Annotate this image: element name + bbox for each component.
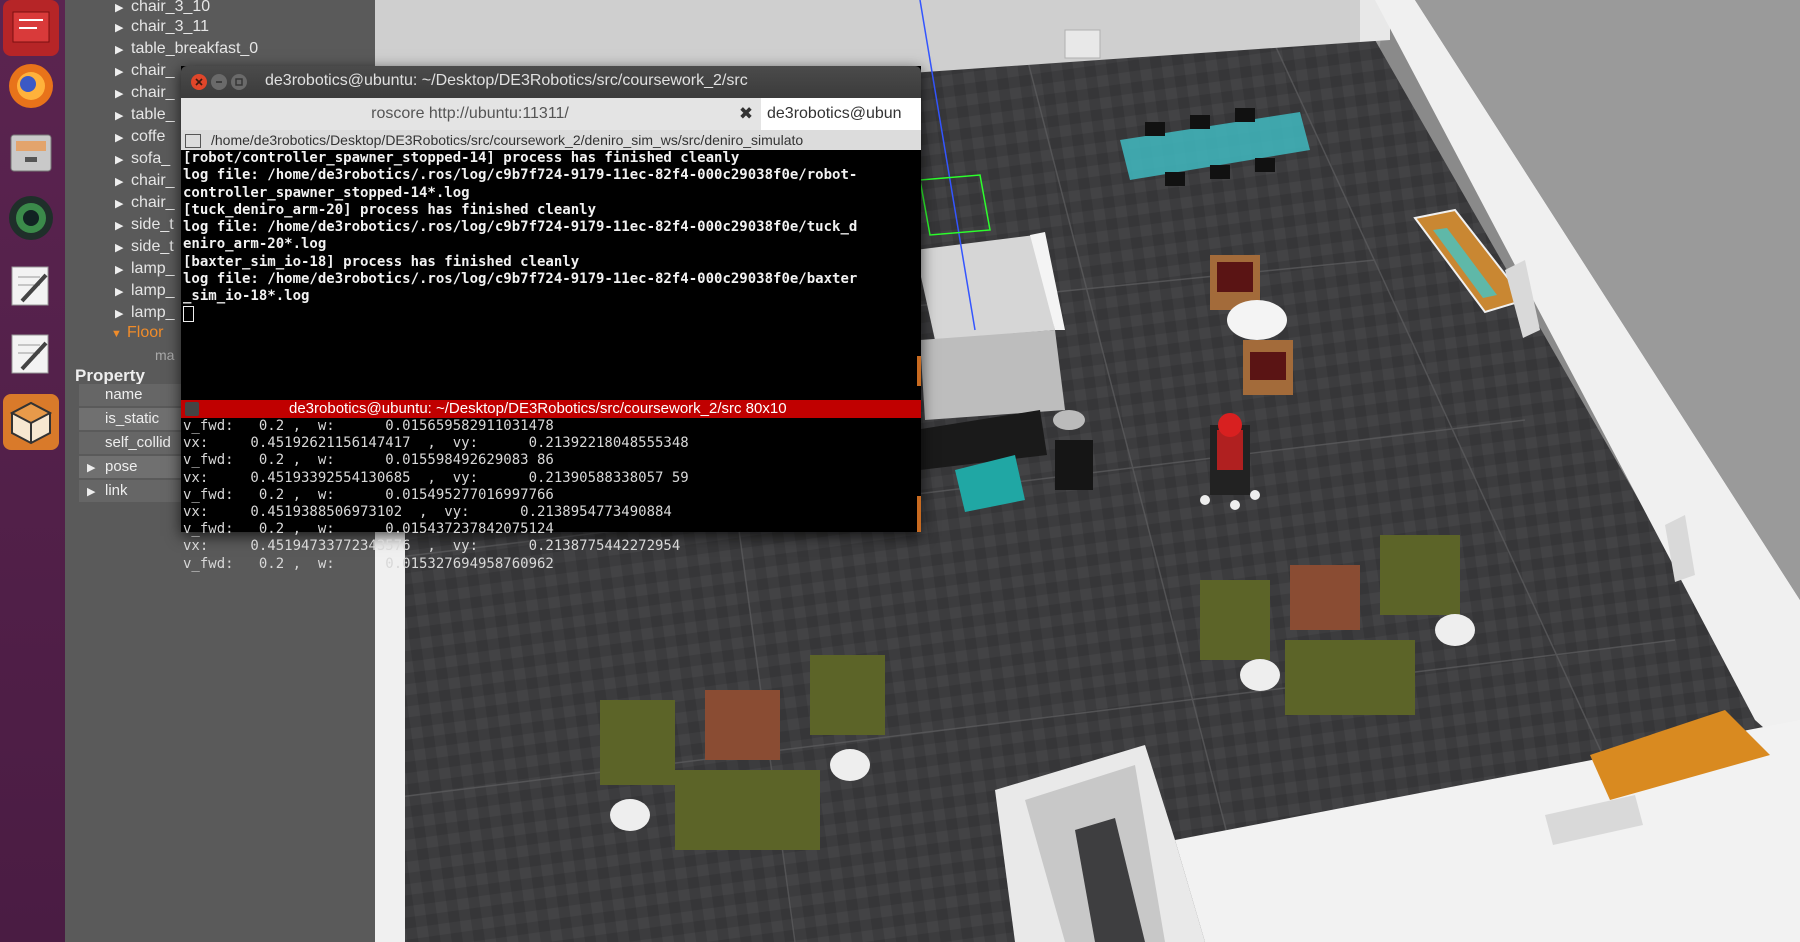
data-line: vx: 0.45194733772343576 , vy: 0.21387754… xyxy=(183,538,681,555)
camera-icon xyxy=(9,196,53,240)
scrollbar[interactable] xyxy=(917,356,921,386)
expand-arrow-icon[interactable]: ▶ xyxy=(115,304,131,324)
collapse-arrow-icon[interactable]: ▼ xyxy=(111,324,127,344)
expand-arrow-icon[interactable]: ▶ xyxy=(115,216,131,236)
output-line: [robot/controller_spawner_stopped-14] pr… xyxy=(183,150,740,166)
firefox-icon xyxy=(9,64,53,108)
expand-arrow-icon[interactable]: ▶ xyxy=(115,106,131,126)
close-icon: ✖ xyxy=(738,104,754,123)
tree-item[interactable]: ▶ chair_3_10 xyxy=(115,0,210,17)
output-line: log file: /home/de3robotics/.ros/log/c9b… xyxy=(183,219,858,236)
text-cursor xyxy=(183,305,194,322)
tab-shell[interactable]: de3robotics@ubun xyxy=(761,98,921,130)
files-icon xyxy=(10,134,52,172)
tree-item[interactable]: ▶ sofa_ xyxy=(115,149,170,169)
expand-arrow-icon[interactable]: ▶ xyxy=(115,238,131,258)
text-editor-icon-2[interactable] xyxy=(3,326,59,382)
app-icon[interactable] xyxy=(3,0,59,56)
terminal-window[interactable]: de3robotics@ubuntu: ~/Desktop/DE3Robotic… xyxy=(181,66,921,572)
expand-arrow-icon[interactable]: ▶ xyxy=(115,150,131,170)
tab-roscore[interactable]: roscore http://ubuntu:11311/ xyxy=(181,98,759,130)
data-line: v_fwd: 0.2 , w: 0.015437237842075124 xyxy=(183,521,554,538)
data-line: v_fwd: 0.2 , w: 0.015659582911031478 xyxy=(183,418,554,434)
app-icon xyxy=(12,11,50,43)
gazebo-icon xyxy=(9,401,53,445)
maximize-icon xyxy=(235,78,243,86)
camera-icon[interactable] xyxy=(3,190,59,246)
terminal-titlebar[interactable]: de3robotics@ubuntu: ~/Desktop/DE3Robotic… xyxy=(181,66,921,98)
firefox-icon[interactable] xyxy=(3,58,59,114)
tab-close-button[interactable]: ✖ xyxy=(734,98,758,130)
expand-arrow-icon[interactable]: ▶ xyxy=(115,40,131,60)
expand-arrow-icon[interactable]: ▶ xyxy=(115,172,131,192)
expand-arrow-icon[interactable]: ▶ xyxy=(115,260,131,280)
output-line: log file: /home/de3robotics/.ros/log/c9b… xyxy=(183,271,858,288)
expand-arrow-icon[interactable]: ▶ xyxy=(115,18,131,38)
expand-arrow-icon[interactable]: ▶ xyxy=(115,282,131,302)
gazebo-icon[interactable] xyxy=(3,394,59,450)
output-line: [tuck_deniro_arm-20] process has finishe… xyxy=(183,201,597,218)
text-editor-icon xyxy=(11,266,49,306)
data-line: v_fwd: 0.2 , w: 0.015327694958760962 xyxy=(183,555,554,572)
data-line: v_fwd: 0.2 , w: 0.015495277016997766 xyxy=(183,486,554,503)
tree-item[interactable]: ▶ lamp_ xyxy=(115,303,175,323)
pane-path-bar: /home/de3robotics/Desktop/DE3Robotics/sr… xyxy=(181,130,921,150)
tree-item[interactable]: ▶ chair_ xyxy=(115,193,175,213)
expand-arrow-icon[interactable]: ▶ xyxy=(115,84,131,104)
tree-item[interactable]: ▶ lamp_ xyxy=(115,281,175,301)
output-line: log file: /home/de3robotics/.ros/log/c9b… xyxy=(183,167,858,184)
close-icon xyxy=(195,78,203,86)
terminal-output-lower[interactable]: v_fwd: 0.2 , w: 0.015659582911031478 vx:… xyxy=(181,418,921,572)
pane-icon xyxy=(185,134,201,149)
close-button[interactable] xyxy=(191,74,207,90)
expand-arrow-icon[interactable]: ▶ xyxy=(115,62,131,82)
data-line: vx: 0.45192621156147417 , vy: 0.21392218… xyxy=(183,435,689,452)
output-line: eniro_arm-20*.log xyxy=(183,236,327,253)
tree-item[interactable]: ▶ table_breakfast_0 xyxy=(115,39,258,59)
data-line: vx: 0.4519388506973102 , vy: 0.213895477… xyxy=(183,503,672,520)
launcher xyxy=(0,0,65,942)
data-line: v_fwd: 0.2 , w: 0.015598492629083 86 xyxy=(183,452,554,469)
lower-pane-titlebar[interactable]: de3robotics@ubuntu: ~/Desktop/DE3Robotic… xyxy=(181,400,921,418)
output-line: controller_spawner_stopped-14*.log xyxy=(183,184,470,201)
minimize-button[interactable] xyxy=(211,74,227,90)
scrollbar[interactable] xyxy=(917,496,921,532)
terminal-tabbar: roscore http://ubuntu:11311/ ✖ de3roboti… xyxy=(181,98,921,130)
tree-item-floor[interactable]: ▼ Floor xyxy=(111,323,163,343)
tree-item[interactable]: ▶ side_t xyxy=(115,215,174,235)
tree-item[interactable]: ▶ lamp_ xyxy=(115,259,175,279)
expand-arrow-icon[interactable]: ▶ xyxy=(79,481,105,503)
data-line: vx: 0.45193392554130685 , vy: 0.21390588… xyxy=(183,469,689,486)
prompt-line[interactable] xyxy=(181,305,921,323)
window-title: de3robotics@ubuntu: ~/Desktop/DE3Robotic… xyxy=(265,72,748,89)
files-icon[interactable] xyxy=(3,124,59,180)
text-editor-icon[interactable] xyxy=(3,258,59,314)
terminal-output-upper[interactable]: [robot/controller_spawner_stopped-14] pr… xyxy=(181,150,921,393)
text-editor-icon xyxy=(11,334,49,374)
output-line: [baxter_sim_io-18] process has finished … xyxy=(183,253,580,270)
expand-arrow-icon[interactable]: ▶ xyxy=(79,457,105,479)
tree-item[interactable]: ▶ coffe xyxy=(115,127,165,147)
maximize-button[interactable] xyxy=(231,74,247,90)
tree-item-partial[interactable]: ma xyxy=(155,345,174,365)
expand-arrow-icon[interactable]: ▶ xyxy=(115,128,131,148)
tree-item[interactable]: ▶ chair_ xyxy=(115,83,175,103)
tree-item[interactable]: ▶ table_ xyxy=(115,105,175,125)
minimize-icon xyxy=(216,81,222,83)
tree-item[interactable]: ▶ chair_3_11 xyxy=(115,17,209,37)
tree-item[interactable]: ▶ chair_ xyxy=(115,61,175,81)
expand-arrow-icon[interactable]: ▶ xyxy=(115,194,131,214)
tree-item[interactable]: ▶ chair_ xyxy=(115,171,175,191)
output-line: _sim_io-18*.log xyxy=(183,288,310,305)
tree-item[interactable]: ▶ side_t xyxy=(115,237,174,257)
terminal-icon xyxy=(185,402,199,416)
expand-arrow-icon[interactable]: ▶ xyxy=(115,0,131,18)
